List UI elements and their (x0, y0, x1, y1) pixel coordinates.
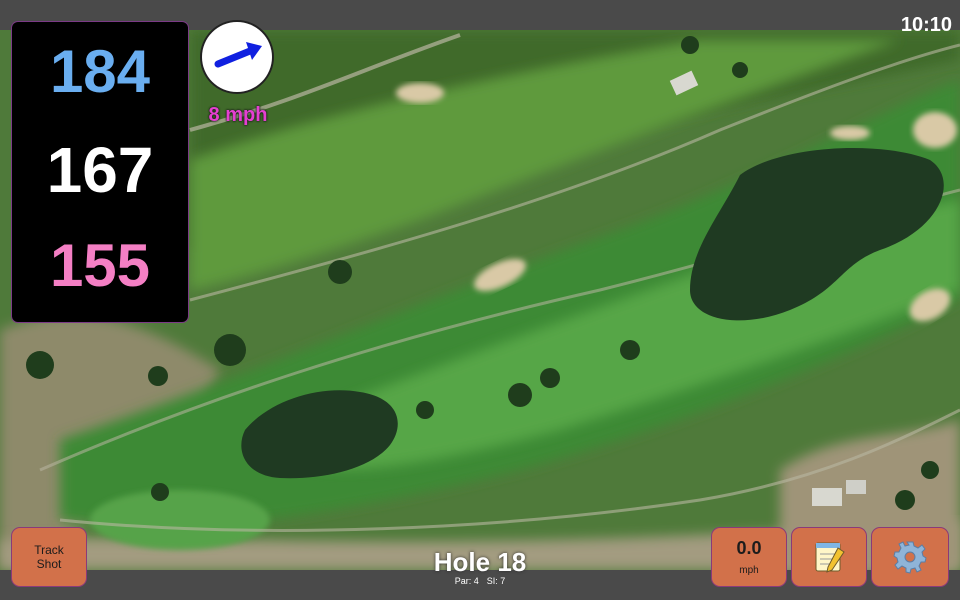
putting-green (90, 490, 270, 550)
wind-speed: 8 mph (208, 104, 268, 126)
hole-title: Hole 18 (433, 547, 527, 577)
track-shot-label-line2: Shot (36, 557, 62, 571)
track-shot-button[interactable]: Track Shot (12, 528, 86, 586)
bunker (396, 83, 444, 103)
wind-direction-dial (202, 22, 272, 92)
building (812, 488, 842, 506)
speed-value: 0.0 (736, 538, 762, 558)
building (846, 480, 866, 494)
gear-icon (893, 541, 927, 574)
settings-button[interactable] (872, 528, 948, 586)
distance-panel: 184 167 155 (12, 22, 188, 322)
distance-to-front: 155 (49, 232, 151, 299)
notepad-icon (815, 542, 845, 573)
track-shot-label-line1: Track (34, 543, 64, 557)
bunker (913, 112, 957, 148)
bunker (830, 126, 870, 140)
distance-to-middle: 167 (46, 134, 154, 206)
clock: 10:10 (900, 14, 952, 36)
app-screen: 10:10 184 167 155 8 mph Track Shot Hole … (0, 0, 960, 600)
hole-stroke-index: SI: 7 (486, 576, 506, 586)
arrow-up-right-icon (214, 42, 262, 68)
hole-par: Par: 4 (454, 576, 479, 586)
hole-info: Hole 18 Par: 4 SI: 7 (400, 548, 560, 586)
notes-button[interactable] (792, 528, 866, 586)
hole-details: Par: 4 SI: 7 (400, 576, 560, 586)
distance-to-back: 184 (49, 38, 151, 105)
speed-unit: mph (739, 565, 759, 576)
speed-button[interactable]: 0.0 mph (712, 528, 786, 586)
